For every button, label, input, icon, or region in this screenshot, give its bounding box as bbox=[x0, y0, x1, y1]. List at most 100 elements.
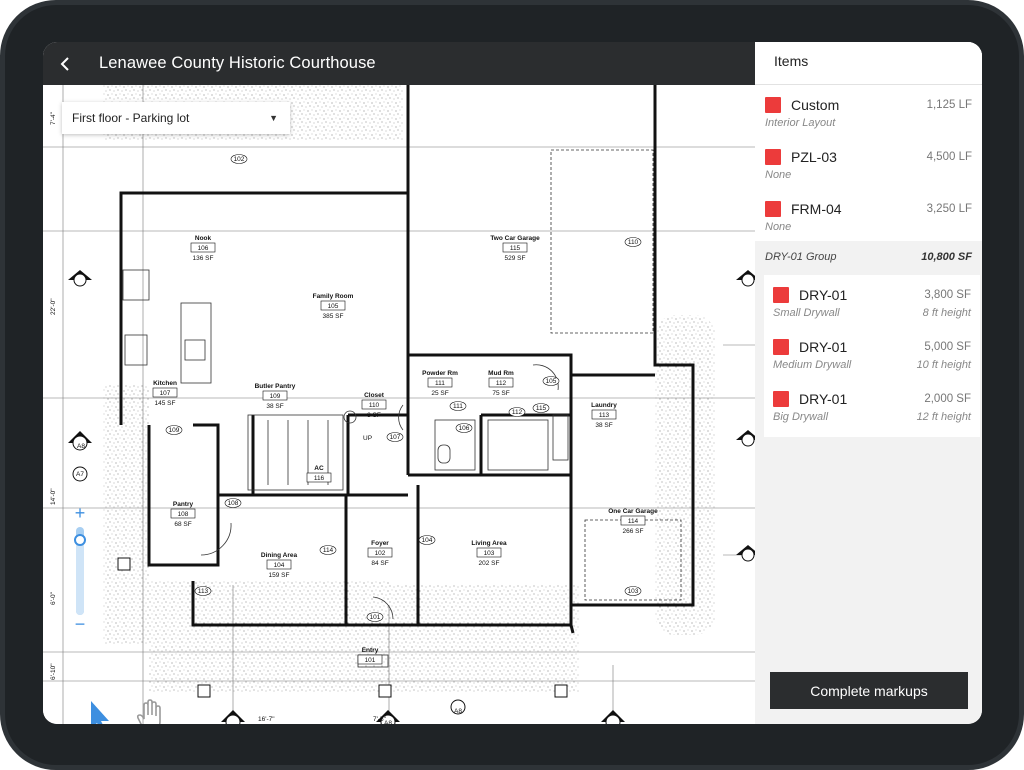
room-name: AC bbox=[314, 465, 324, 472]
door-tag-number: 106 bbox=[459, 425, 470, 432]
room-name: Foyer bbox=[371, 540, 389, 547]
door-tag: 107 bbox=[386, 432, 404, 442]
door-tag-number: 108 bbox=[228, 500, 239, 507]
door-tag: 110 bbox=[624, 237, 642, 247]
zoom-out-button[interactable]: − bbox=[72, 615, 88, 633]
room-label: Pantry 108 68 SF bbox=[170, 501, 196, 528]
door-tag-number: 109 bbox=[169, 427, 180, 434]
item-row[interactable]: DRY-01 2,000 SF Big Drywall 12 ft height bbox=[764, 379, 980, 431]
item-row[interactable]: PZL-03 4,500 LF None bbox=[755, 137, 982, 189]
room-name: Living Area bbox=[471, 540, 507, 547]
room-area: 385 SF bbox=[323, 313, 344, 320]
item-color-swatch bbox=[773, 391, 789, 407]
item-row[interactable]: DRY-01 5,000 SF Medium Drywall 10 ft height bbox=[764, 327, 980, 379]
item-name: PZL-03 bbox=[791, 149, 837, 165]
room-name: Powder Rm bbox=[422, 370, 458, 377]
door-tag: 108 bbox=[224, 498, 242, 508]
room-number: 105 bbox=[328, 303, 339, 310]
walls bbox=[119, 85, 695, 634]
item-color-swatch bbox=[765, 149, 781, 165]
floor-plan-viewer[interactable]: A8 A7 A8 A8 7'-4" 22'-0" 14'-0" 6'-0" 6'… bbox=[43, 85, 755, 724]
room-number: 101 bbox=[365, 657, 376, 664]
room-label: Laundry 113 38 SF bbox=[591, 402, 617, 429]
item-subtitle: Interior Layout bbox=[765, 117, 836, 129]
item-color-swatch bbox=[773, 287, 789, 303]
zoom-in-button[interactable]: + bbox=[72, 504, 88, 522]
svg-text:16'-7": 16'-7" bbox=[258, 716, 275, 723]
item-detail: 8 ft height bbox=[922, 307, 971, 319]
room-name: Entry bbox=[362, 647, 379, 654]
room-name: Dining Area bbox=[261, 552, 298, 559]
item-row[interactable]: FRM-04 3,250 LF None bbox=[755, 189, 982, 241]
group-header[interactable]: DRY-01 Group 10,800 SF bbox=[755, 241, 982, 272]
room-name: Family Room bbox=[313, 293, 354, 300]
door-tag: 102 bbox=[230, 154, 248, 164]
room-number: 112 bbox=[496, 380, 507, 387]
floor-selector-value: First floor - Parking lot bbox=[72, 111, 190, 125]
group-items-list: DRY-01 3,800 SF Small Drywall 8 ft height DR… bbox=[764, 275, 980, 437]
item-subtitle: None bbox=[765, 169, 792, 181]
room-name: Butler Pantry bbox=[255, 383, 296, 390]
room-label: Butler Pantry 109 38 SF bbox=[255, 383, 296, 410]
room-number: 113 bbox=[599, 412, 610, 419]
group-name: DRY-01 Group bbox=[765, 250, 837, 263]
room-area: 38 SF bbox=[266, 403, 283, 410]
item-name: Custom bbox=[791, 97, 840, 113]
item-name: DRY-01 bbox=[799, 391, 848, 407]
door-tag: 103 bbox=[624, 586, 642, 596]
zoom-slider[interactable] bbox=[74, 527, 86, 615]
room-area: 75 SF bbox=[492, 390, 509, 397]
dropdown-caret-icon: ▼ bbox=[269, 113, 278, 123]
item-subtitle: Small Drywall bbox=[773, 307, 840, 319]
door-tag-number: 115 bbox=[536, 405, 547, 412]
complete-markups-button[interactable]: Complete markups bbox=[770, 672, 968, 709]
room-label: Powder Rm 111 25 SF bbox=[422, 370, 458, 397]
room-number: 115 bbox=[510, 245, 521, 252]
room-number: 108 bbox=[178, 511, 189, 518]
room-area: 159 SF bbox=[269, 572, 290, 579]
room-number: 109 bbox=[270, 393, 281, 400]
svg-text:7'-5": 7'-5" bbox=[373, 716, 387, 723]
door-tag-number: 103 bbox=[628, 588, 639, 595]
room-label: AC 116 bbox=[306, 465, 332, 483]
item-quantity: 3,800 SF bbox=[924, 289, 971, 301]
svg-text:22'-0": 22'-0" bbox=[50, 298, 57, 315]
room-area: 266 SF bbox=[623, 528, 644, 535]
floor-selector[interactable]: First floor - Parking lot ▼ bbox=[62, 102, 290, 134]
room-label: Foyer 102 84 SF bbox=[367, 540, 393, 567]
item-quantity: 3,250 LF bbox=[926, 203, 972, 215]
item-row[interactable]: Custom 1,125 LF Interior Layout bbox=[755, 85, 982, 137]
room-label: Family Room 105 385 SF bbox=[313, 293, 354, 320]
room-number: 106 bbox=[198, 245, 209, 252]
room-label: One Car Garage 114 266 SF bbox=[608, 508, 658, 535]
door-tag: 105 bbox=[542, 376, 560, 386]
room-label: Two Car Garage 115 529 SF bbox=[490, 235, 540, 262]
room-name: One Car Garage bbox=[608, 508, 658, 515]
room-number: 104 bbox=[274, 562, 285, 569]
item-color-swatch bbox=[765, 97, 781, 113]
room-area: 38 SF bbox=[595, 422, 612, 429]
room-label: Kitchen 107 145 SF bbox=[152, 380, 178, 407]
back-arrow-icon[interactable] bbox=[59, 42, 99, 85]
item-color-swatch bbox=[773, 339, 789, 355]
room-name: Closet bbox=[364, 392, 385, 399]
room-name: Kitchen bbox=[153, 380, 177, 387]
room-number: 116 bbox=[314, 475, 325, 482]
door-tag: 111 bbox=[449, 401, 467, 411]
room-label: Mud Rm 112 75 SF bbox=[488, 370, 514, 397]
door-tag-number: 111 bbox=[453, 403, 463, 410]
svg-text:A8: A8 bbox=[77, 443, 85, 450]
door-tag-number: 102 bbox=[234, 156, 245, 163]
room-label: Living Area 103 202 SF bbox=[471, 540, 507, 567]
room-number: 110 bbox=[369, 402, 380, 409]
door-tag: 106 bbox=[455, 423, 473, 433]
room-name: Laundry bbox=[591, 402, 617, 409]
floor-plan-drawing[interactable]: A8 A7 A8 A8 7'-4" 22'-0" 14'-0" 6'-0" 6'… bbox=[43, 85, 755, 724]
room-number: 102 bbox=[375, 550, 386, 557]
door-tag: 109 bbox=[165, 425, 183, 435]
item-row[interactable]: DRY-01 3,800 SF Small Drywall 8 ft height bbox=[764, 275, 980, 327]
foundation-bottom-left bbox=[149, 581, 389, 693]
select-tool-cursor-icon[interactable] bbox=[87, 699, 113, 724]
item-detail: 12 ft height bbox=[916, 411, 971, 423]
pan-tool-hand-icon[interactable] bbox=[136, 699, 164, 724]
